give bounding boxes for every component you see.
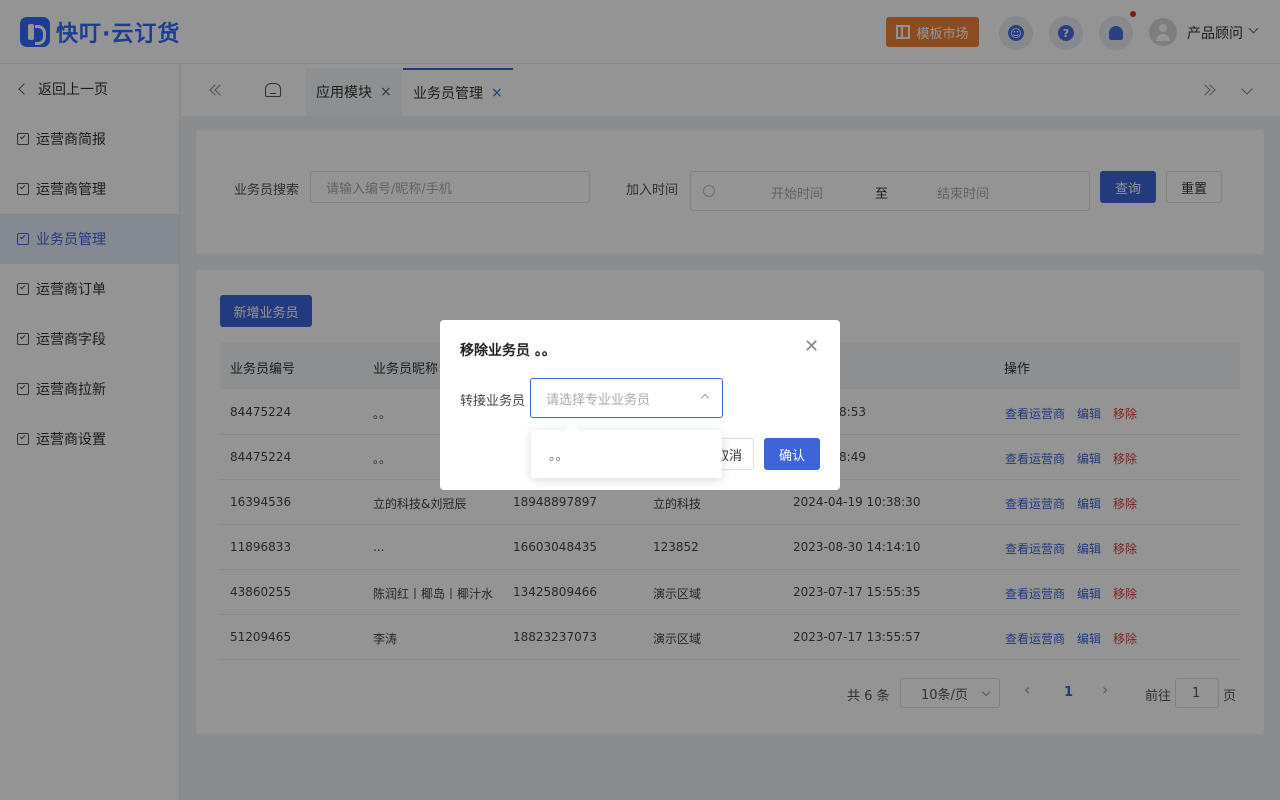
salesman-dropdown: 。。 [531,430,722,478]
dropdown-option[interactable]: 。。 [549,449,569,464]
dialog-title: 移除业务员 。。 [460,343,556,359]
select-placeholder: 请选择专业业务员 [546,392,651,408]
chevron-up-icon [700,393,710,403]
transfer-salesman-label: 转接业务员 [460,394,526,409]
close-icon[interactable]: ✕ [804,338,819,356]
confirm-button[interactable]: 确认 [764,438,820,470]
transfer-salesman-select[interactable]: 请选择专业业务员 [530,378,723,418]
